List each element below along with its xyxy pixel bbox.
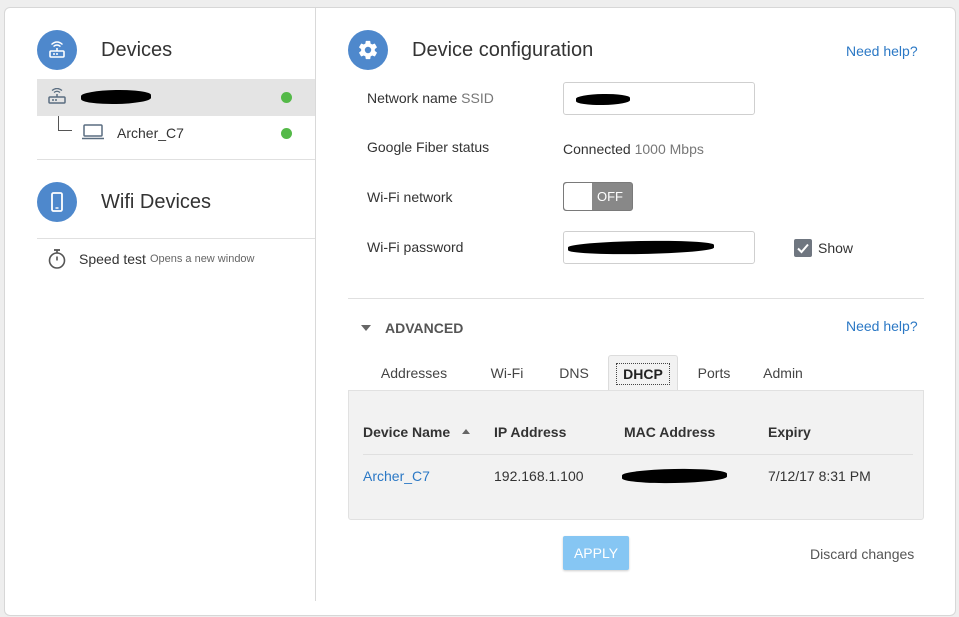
check-icon bbox=[797, 243, 809, 254]
header-separator bbox=[363, 454, 913, 455]
tab-admin[interactable]: Admin bbox=[752, 355, 814, 391]
online-status-dot bbox=[281, 128, 292, 139]
wifi-network-label: Wi-Fi network bbox=[367, 189, 453, 205]
config-panel: Device configuration Need help? Network … bbox=[316, 8, 955, 615]
ssid-label: SSID bbox=[461, 90, 494, 106]
show-password-checkbox[interactable] bbox=[794, 239, 812, 257]
apply-button[interactable]: APPLY bbox=[563, 536, 629, 570]
connection-speed: 1000 Mbps bbox=[634, 141, 704, 157]
device-name: Archer_C7 bbox=[117, 125, 184, 141]
advanced-label: ADVANCED bbox=[385, 320, 464, 336]
toggle-state: OFF bbox=[597, 189, 623, 204]
divider bbox=[37, 159, 315, 160]
online-status-dot bbox=[281, 92, 292, 103]
left-panel: Devices Archer_C7 Wifi Devices Speed tes… bbox=[5, 8, 315, 615]
wifi-network-toggle[interactable]: OFF bbox=[563, 182, 633, 211]
column-header-ip: IP Address bbox=[494, 424, 567, 440]
tab-ports[interactable]: Ports bbox=[686, 355, 742, 391]
devices-title: Devices bbox=[101, 39, 173, 61]
redacted-password bbox=[567, 239, 715, 256]
speed-test-sublabel: Opens a new window bbox=[149, 253, 255, 265]
ip-address-cell: 192.168.1.100 bbox=[494, 468, 584, 484]
wifi-devices-title: Wifi Devices bbox=[101, 191, 212, 213]
header-label: Device Name bbox=[363, 424, 451, 440]
expiry-cell: 7/12/17 8:31 PM bbox=[768, 468, 871, 484]
network-name-label: Network name SSID bbox=[367, 90, 494, 106]
redacted-device-name bbox=[80, 89, 152, 105]
advanced-help-link[interactable]: Need help? bbox=[846, 318, 918, 334]
column-header-expiry: Expiry bbox=[768, 424, 811, 440]
speed-test-link[interactable]: Speed test Opens a new window bbox=[47, 248, 255, 270]
advanced-toggle[interactable]: ADVANCED bbox=[361, 320, 463, 336]
show-password-label: Show bbox=[818, 240, 854, 256]
wifi-password-label: Wi-Fi password bbox=[367, 239, 464, 255]
sort-ascending-icon bbox=[462, 428, 471, 434]
toggle-knob bbox=[564, 183, 592, 210]
phone-icon bbox=[37, 182, 77, 222]
dhcp-table: Device Name IP Address MAC Address Expir… bbox=[348, 390, 924, 520]
divider bbox=[37, 238, 315, 239]
caret-down-icon bbox=[361, 325, 371, 331]
redacted-mac-address bbox=[621, 468, 728, 484]
tab-dhcp[interactable]: DHCP bbox=[608, 355, 678, 391]
laptop-icon bbox=[81, 123, 105, 146]
page-title: Device configuration bbox=[412, 39, 594, 61]
divider bbox=[348, 298, 924, 299]
column-header-device-name[interactable]: Device Name bbox=[363, 424, 471, 440]
main-card: Devices Archer_C7 Wifi Devices Speed tes… bbox=[4, 7, 956, 616]
tab-dhcp-label: DHCP bbox=[616, 362, 670, 385]
fiber-status-value: Connected 1000 Mbps bbox=[563, 141, 704, 157]
gear-icon bbox=[348, 30, 388, 70]
wifi-password-input[interactable] bbox=[563, 231, 755, 264]
router-small-icon bbox=[47, 87, 67, 111]
device-name-link[interactable]: Archer_C7 bbox=[363, 468, 430, 484]
tab-addresses[interactable]: Addresses bbox=[368, 355, 460, 391]
fiber-status-label: Google Fiber status bbox=[367, 139, 490, 155]
help-link[interactable]: Need help? bbox=[846, 43, 918, 59]
device-item-archer[interactable]: Archer_C7 bbox=[37, 116, 315, 160]
router-icon bbox=[37, 30, 77, 70]
tab-wifi[interactable]: Wi-Fi bbox=[478, 355, 536, 391]
tab-dns[interactable]: DNS bbox=[548, 355, 600, 391]
column-header-mac: MAC Address bbox=[624, 424, 716, 440]
discard-changes-link[interactable]: Discard changes bbox=[810, 546, 914, 562]
redacted-ssid bbox=[575, 93, 631, 106]
connection-state: Connected bbox=[563, 141, 631, 157]
speed-test-label: Speed test bbox=[79, 251, 146, 267]
device-item-router[interactable] bbox=[37, 79, 315, 116]
stopwatch-icon bbox=[47, 248, 67, 270]
tree-connector bbox=[58, 116, 72, 131]
network-name-label-text: Network name bbox=[367, 90, 458, 106]
ssid-input[interactable] bbox=[563, 82, 755, 115]
